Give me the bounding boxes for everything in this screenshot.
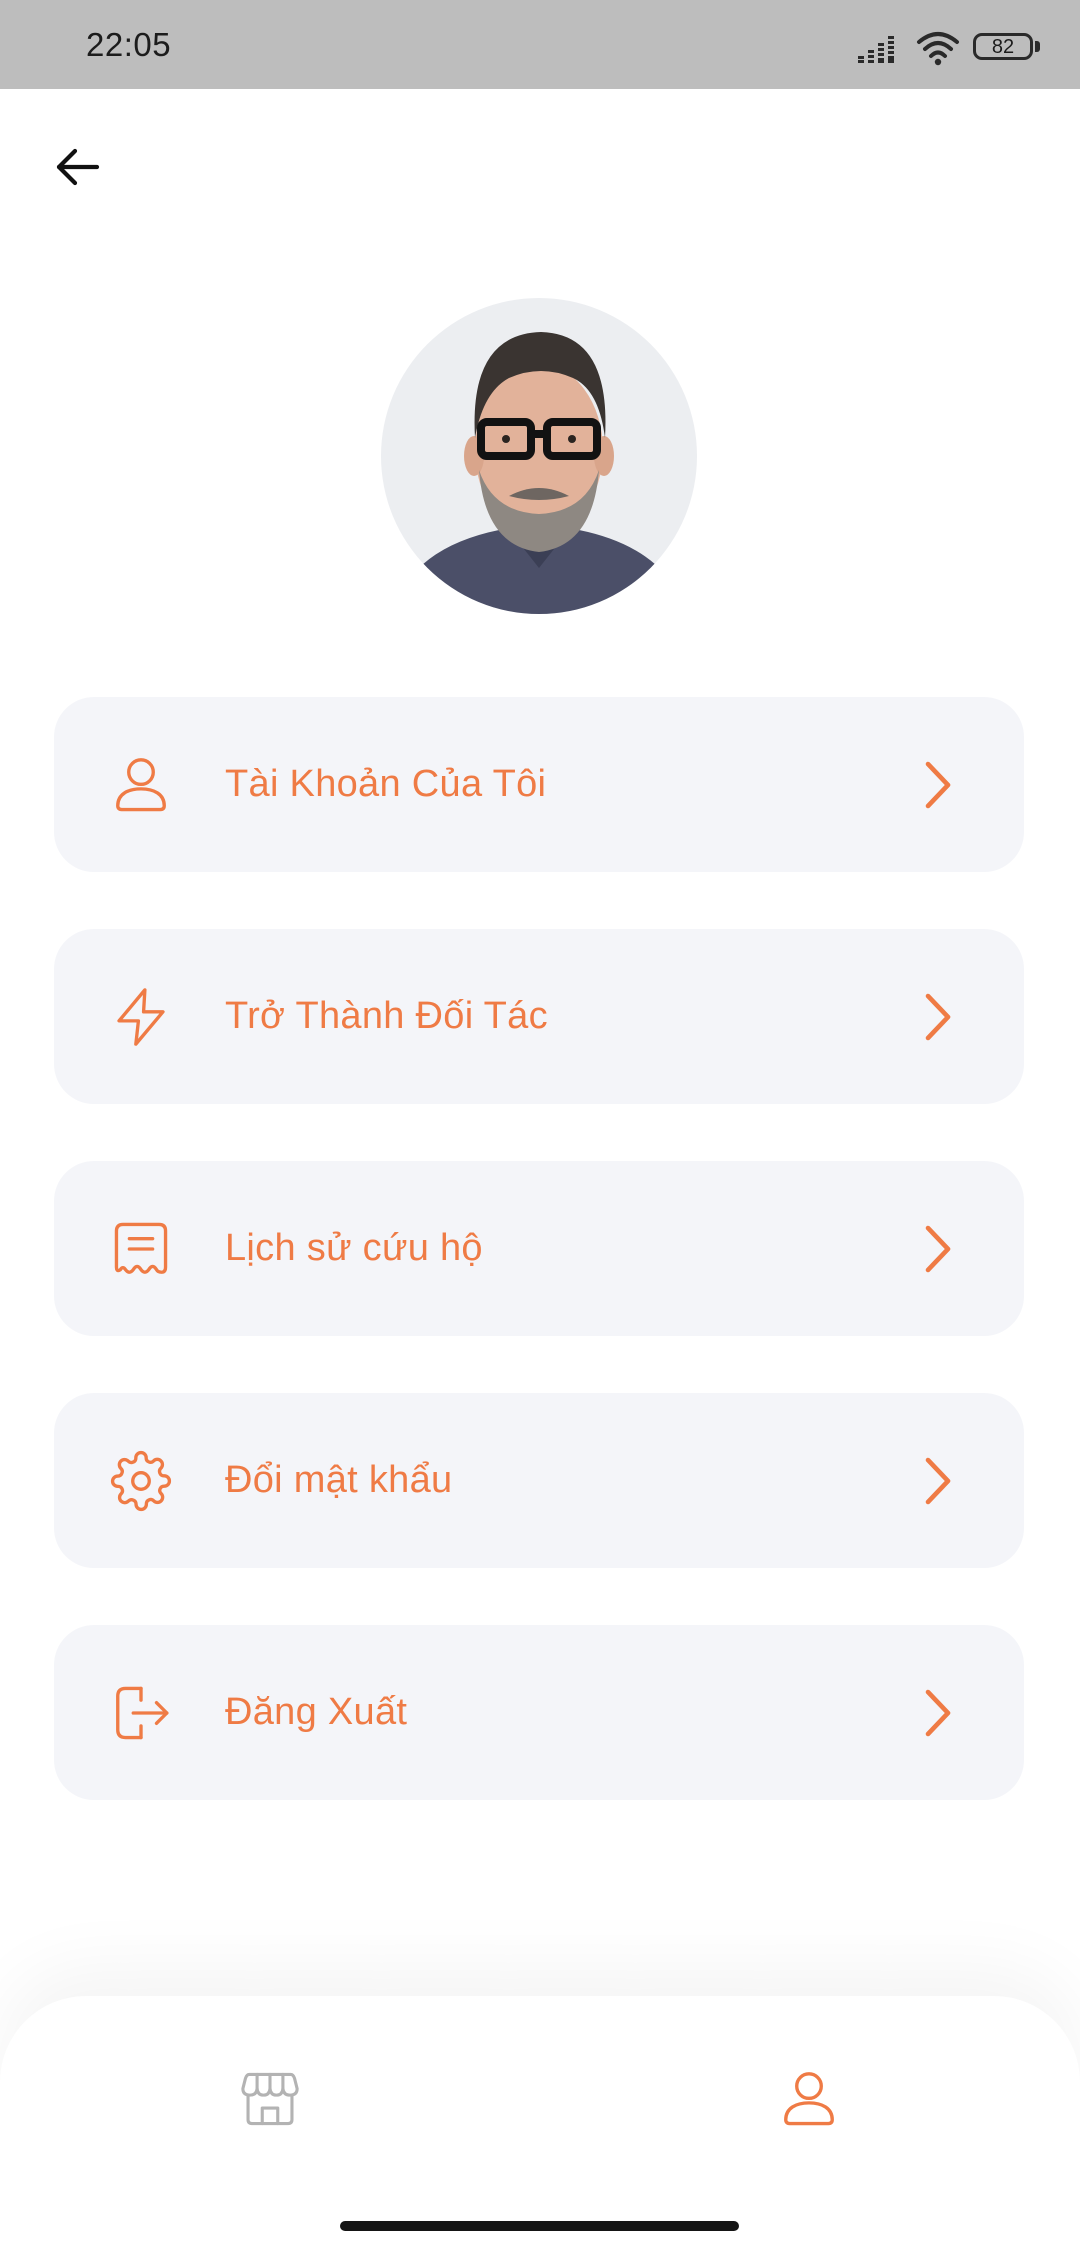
chevron-right-icon xyxy=(925,1689,951,1736)
menu-item-label: Lịch sử cứu hộ xyxy=(225,1227,483,1269)
arrow-left-icon xyxy=(56,148,100,186)
signal-icon xyxy=(858,36,894,63)
profile-photo xyxy=(381,298,697,614)
avatar[interactable] xyxy=(381,298,697,614)
menu-item-rescue-history[interactable]: Lịch sử cứu hộ xyxy=(54,1161,1024,1336)
menu-item-become-partner[interactable]: Trở Thành Đối Tác xyxy=(54,929,1024,1104)
menu-item-logout[interactable]: Đăng Xuất xyxy=(54,1625,1024,1800)
bottom-nav xyxy=(0,1996,1080,2248)
profile-menu: Tài Khoản Của Tôi Trở Thành Đối Tác Lịch… xyxy=(54,697,1024,1800)
chevron-right-icon xyxy=(925,993,951,1040)
menu-item-change-password[interactable]: Đổi mật khẩu xyxy=(54,1393,1024,1568)
wifi-icon xyxy=(917,32,959,66)
user-icon xyxy=(116,757,166,811)
status-bar: 22:05 82 xyxy=(0,0,1080,89)
back-button[interactable] xyxy=(50,140,104,194)
home-indicator[interactable] xyxy=(340,2221,739,2231)
user-icon xyxy=(784,2072,834,2126)
receipt-icon xyxy=(114,1222,168,1274)
nav-item-store[interactable] xyxy=(239,2068,301,2130)
menu-item-label: Đổi mật khẩu xyxy=(225,1459,453,1501)
logout-icon xyxy=(116,1686,169,1739)
menu-item-label: Tài Khoản Của Tôi xyxy=(225,763,547,805)
lightning-icon xyxy=(117,987,165,1046)
chevron-right-icon xyxy=(925,1457,951,1504)
battery-level: 82 xyxy=(991,35,1015,58)
battery-icon: 82 xyxy=(973,33,1033,60)
chevron-right-icon xyxy=(925,1225,951,1272)
chevron-right-icon xyxy=(925,761,951,808)
menu-item-label: Đăng Xuất xyxy=(225,1691,408,1733)
store-icon xyxy=(241,2072,299,2126)
battery-nub xyxy=(1035,41,1040,52)
menu-item-my-account[interactable]: Tài Khoản Của Tôi xyxy=(54,697,1024,872)
status-time: 22:05 xyxy=(86,26,172,63)
gear-icon xyxy=(110,1450,172,1511)
menu-item-label: Trở Thành Đối Tác xyxy=(225,995,548,1037)
nav-item-profile[interactable] xyxy=(778,2068,840,2130)
